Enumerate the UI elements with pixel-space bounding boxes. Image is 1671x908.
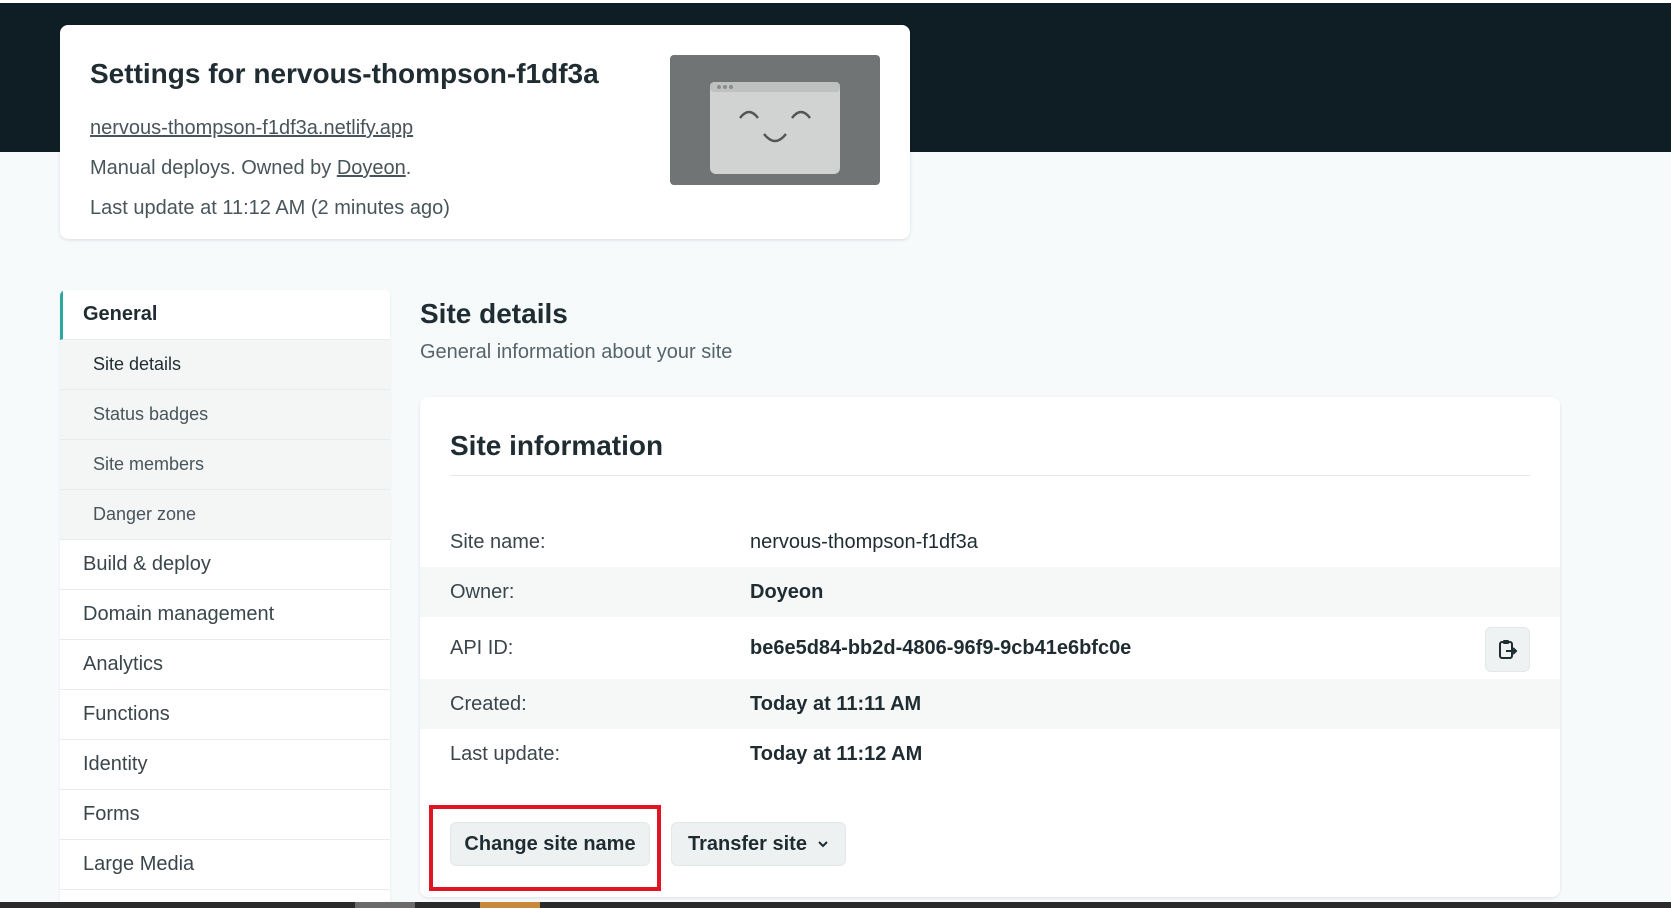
row-label: Site name: xyxy=(450,531,546,553)
sidebar-item-functions[interactable]: Functions xyxy=(60,690,390,740)
site-preview-placeholder-icon xyxy=(710,82,840,174)
row-value: Doyeon xyxy=(750,581,824,603)
highlight-box xyxy=(429,805,661,891)
row-value: nervous-thompson-f1df3a xyxy=(750,531,978,553)
chevron-down-icon xyxy=(818,841,828,848)
transfer-site-label: Transfer site xyxy=(688,832,807,855)
row-label: API ID: xyxy=(450,637,514,659)
page-title: Settings for nervous-thompson-f1df3a xyxy=(90,58,599,89)
row-owner: Owner: Doyeon xyxy=(420,567,1560,617)
sidebar-item-identity[interactable]: Identity xyxy=(60,740,390,790)
site-preview-thumbnail[interactable] xyxy=(670,55,880,185)
row-last-update: Last update: Today at 11:12 AM xyxy=(420,729,1560,779)
sidebar-item-general[interactable]: General xyxy=(60,290,390,340)
deploy-prefix: Manual deploys. Owned by xyxy=(90,157,337,179)
row-label: Created: xyxy=(450,693,527,715)
section-subtitle: General information about your site xyxy=(420,341,733,363)
sidebar-item-build-deploy[interactable]: Build & deploy xyxy=(60,540,390,590)
deploy-suffix: . xyxy=(405,157,412,179)
copy-api-id-button[interactable] xyxy=(1485,627,1530,672)
site-header-card: Settings for nervous-thompson-f1df3a ner… xyxy=(60,25,910,239)
site-url-link[interactable]: nervous-thompson-f1df3a.netlify.app xyxy=(90,117,413,140)
row-value: Today at 11:11 AM xyxy=(750,693,922,715)
clipboard-copy-icon xyxy=(1498,639,1517,659)
section-title: Site details xyxy=(420,298,568,329)
row-value: be6e5d84-bb2d-4806-96f9-9cb41e6bfc0e xyxy=(750,637,1132,659)
sidebar-item-site-members[interactable]: Site members xyxy=(60,440,390,490)
card-title: Site information xyxy=(450,430,664,461)
bottom-bar xyxy=(0,902,1671,908)
sidebar-item-site-details[interactable]: Site details xyxy=(60,340,390,390)
sidebar-item-large-media[interactable]: Large Media xyxy=(60,840,390,890)
row-value: Today at 11:12 AM xyxy=(750,743,923,765)
row-label: Last update: xyxy=(450,743,561,765)
row-api-id: API ID: be6e5d84-bb2d-4806-96f9-9cb41e6b… xyxy=(420,623,1560,673)
deploy-info: Manual deploys. Owned by Doyeon. xyxy=(90,157,411,180)
settings-sidebar: General Site details Status badges Site … xyxy=(60,290,390,908)
row-site-name: Site name: nervous-thompson-f1df3a xyxy=(420,517,1560,567)
last-update-info: Last update at 11:12 AM (2 minutes ago) xyxy=(90,197,450,219)
bottom-bar-segment xyxy=(355,902,415,908)
sidebar-item-status-badges[interactable]: Status badges xyxy=(60,390,390,440)
transfer-site-button[interactable]: Transfer site xyxy=(671,822,846,866)
sidebar-item-danger-zone[interactable]: Danger zone xyxy=(60,490,390,540)
owner-link[interactable]: Doyeon xyxy=(337,157,406,179)
row-created: Created: Today at 11:11 AM xyxy=(420,679,1560,729)
sidebar-item-domain-management[interactable]: Domain management xyxy=(60,590,390,640)
row-label: Owner: xyxy=(450,581,515,603)
bottom-bar-segment xyxy=(480,902,540,908)
sidebar-item-forms[interactable]: Forms xyxy=(60,790,390,840)
sidebar-item-analytics[interactable]: Analytics xyxy=(60,640,390,690)
card-divider xyxy=(450,475,1530,476)
